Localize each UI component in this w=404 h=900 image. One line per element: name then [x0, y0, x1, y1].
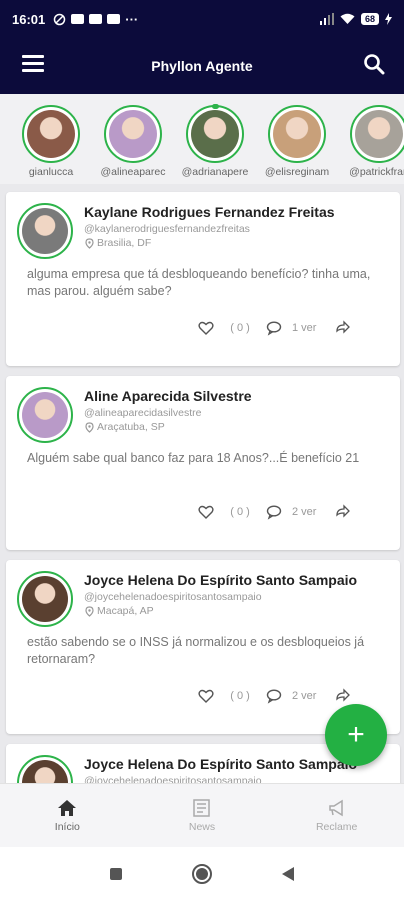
- heart-icon[interactable]: [198, 504, 214, 520]
- do-not-disturb-icon: [54, 13, 66, 25]
- tab-reclame[interactable]: Reclame: [269, 784, 404, 847]
- megaphone-icon: [328, 799, 343, 816]
- status-bar: 16:01 ··· 68: [0, 0, 404, 38]
- avatar: [22, 392, 68, 438]
- recents-icon[interactable]: [109, 867, 123, 881]
- story-item[interactable]: @patrickfran: [340, 105, 404, 184]
- mail-icon: [107, 14, 121, 24]
- post-actions: ( 0 ) 2 ver: [198, 504, 350, 520]
- post-author[interactable]: Joyce Helena Do Espírito Santo Sampaio: [84, 756, 357, 772]
- post-author[interactable]: Kaylane Rodrigues Fernandez Freitas: [84, 204, 335, 220]
- avatar: [355, 110, 403, 158]
- notification-icons: ···: [53, 12, 138, 27]
- post-author[interactable]: Joyce Helena Do Espírito Santo Sampaio: [84, 572, 357, 588]
- story-avatar-ring: [186, 104, 244, 163]
- avatar: [22, 576, 68, 622]
- post-handle: @joycehelenadoespiritosantosampaio: [84, 591, 262, 603]
- newspaper-icon: [193, 798, 210, 817]
- avatar: [109, 110, 157, 158]
- more-notifications-icon: ···: [125, 11, 139, 27]
- message-icon: [71, 14, 85, 24]
- story-item[interactable]: @alineaparec: [94, 105, 172, 184]
- menu-icon: [22, 55, 44, 58]
- charging-icon: [385, 13, 392, 25]
- signal-icon: [319, 13, 334, 25]
- status-time: 16:01: [12, 11, 46, 27]
- post-views: 2 ver: [292, 690, 317, 702]
- tab-news[interactable]: News: [135, 784, 270, 847]
- like-count: ( 0 ): [230, 322, 250, 334]
- location-pin-icon: [85, 421, 94, 433]
- comment-icon[interactable]: [266, 320, 282, 336]
- story-avatar-ring: [104, 105, 162, 163]
- author-avatar[interactable]: [17, 571, 73, 627]
- post-handle: @kaylanerodriguesfernandezfreitas: [84, 223, 250, 235]
- share-icon[interactable]: [334, 320, 350, 336]
- story-item[interactable]: gianlucca: [12, 105, 90, 184]
- author-avatar[interactable]: [17, 387, 73, 443]
- story-handle: gianlucca: [28, 166, 74, 178]
- post-views: 1 ver: [292, 322, 317, 334]
- story-avatar-ring: [268, 105, 326, 163]
- story-item[interactable]: @elisreginam: [258, 105, 336, 184]
- location-pin-icon: [85, 237, 94, 249]
- post-actions: ( 0 ) 1 ver: [198, 320, 350, 336]
- app-title: Phyllon Agente: [151, 58, 253, 74]
- post-card[interactable]: Aline Aparecida Silvestre @alineaparecida…: [6, 376, 400, 550]
- stories-row: gianlucca @alineaparec @adrianapere @elisre…: [0, 94, 404, 184]
- heart-icon[interactable]: [198, 320, 214, 336]
- story-avatar-ring: [22, 105, 80, 163]
- avatar: [27, 110, 75, 158]
- search-icon[interactable]: [362, 52, 386, 76]
- post-actions: ( 0 ) 2 ver: [198, 688, 350, 704]
- avatar: [191, 110, 239, 158]
- comment-icon[interactable]: [266, 688, 282, 704]
- story-handle: @patrickfran: [349, 166, 404, 178]
- story-item[interactable]: @adrianapere: [176, 104, 254, 184]
- wifi-icon: [340, 13, 355, 24]
- tab-inicio-label: Início: [54, 820, 80, 833]
- app-bar: Phyllon Agente: [0, 38, 404, 94]
- author-avatar[interactable]: [17, 203, 73, 259]
- home-icon: [58, 799, 77, 816]
- battery-icon: 68: [360, 13, 379, 25]
- youtube-icon: [89, 14, 103, 24]
- avatar: [273, 110, 321, 158]
- location-pin-icon: [85, 605, 94, 617]
- like-count: ( 0 ): [230, 690, 250, 702]
- story-handle: @elisreginam: [264, 166, 330, 178]
- story-avatar-ring: [350, 105, 404, 163]
- post-author[interactable]: Aline Aparecida Silvestre: [84, 388, 252, 404]
- system-nav-bar: [0, 847, 404, 900]
- live-indicator: [212, 104, 219, 109]
- post-card[interactable]: Kaylane Rodrigues Fernandez Freitas @kayl…: [6, 192, 400, 366]
- story-handle: @adrianapere: [181, 166, 249, 178]
- story-handle: @alineaparec: [100, 166, 166, 178]
- location-text: Araçatuba, SP: [97, 421, 165, 433]
- post-handle: @alineaparecidasilvestre: [84, 407, 202, 419]
- tab-reclame-label: Reclame: [315, 820, 358, 833]
- post-location: Araçatuba, SP: [84, 421, 165, 433]
- heart-icon[interactable]: [198, 688, 214, 704]
- comment-icon[interactable]: [266, 504, 282, 520]
- menu-button[interactable]: [22, 55, 44, 73]
- home-nav-icon[interactable]: [191, 863, 213, 885]
- share-icon[interactable]: [334, 504, 350, 520]
- location-text: Macapá, AP: [97, 605, 154, 617]
- location-text: Brasilia, DF: [97, 237, 152, 249]
- avatar: [22, 208, 68, 254]
- tab-inicio[interactable]: Início: [0, 784, 135, 847]
- bottom-tab-bar: Início News Reclame: [0, 783, 404, 847]
- post-location: Brasilia, DF: [84, 237, 151, 249]
- post-body: alguma empresa que tá desbloqueando bene…: [27, 267, 371, 298]
- back-icon[interactable]: [281, 866, 295, 882]
- post-location: Macapá, AP: [84, 605, 154, 617]
- new-post-button[interactable]: +: [325, 704, 387, 766]
- post-views: 2 ver: [292, 506, 317, 518]
- share-icon[interactable]: [334, 688, 350, 704]
- post-body: estão sabendo se o INSS já normalizou e …: [27, 635, 365, 666]
- like-count: ( 0 ): [230, 506, 250, 518]
- tab-news-label: News: [188, 820, 216, 833]
- post-body: Alguém sabe qual banco faz para 18 Anos?…: [27, 451, 360, 465]
